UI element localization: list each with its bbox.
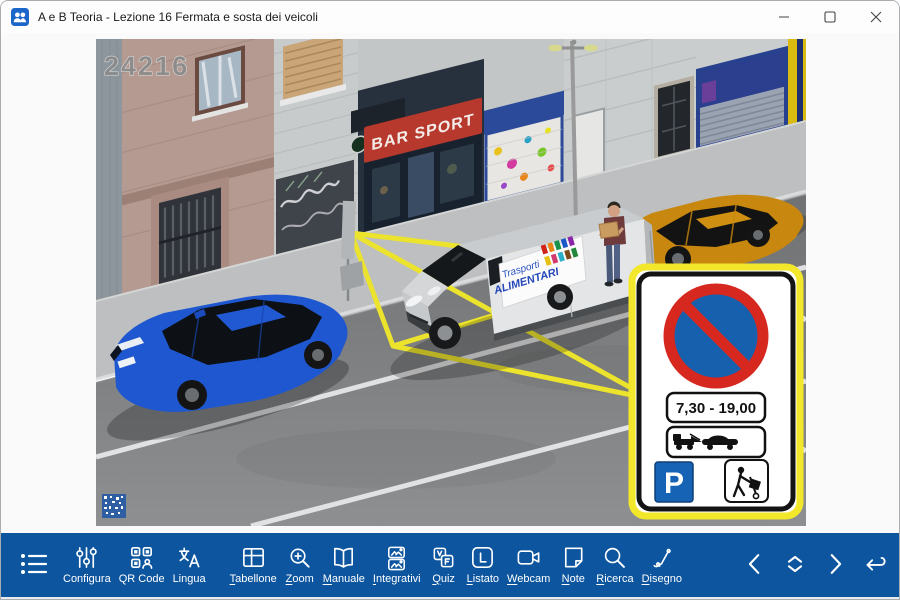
time-range-text: 7,30 - 19,00 <box>676 400 756 417</box>
toolbar-label: Zoom <box>286 574 314 585</box>
toolbar-label: Lingua <box>173 574 206 585</box>
maximize-icon <box>824 11 836 23</box>
toolbar-label: Listato <box>467 574 499 585</box>
parking-sign: P <box>655 462 693 502</box>
zoom-in-icon <box>286 544 313 571</box>
shop-door-white <box>574 108 604 180</box>
chevron-right-icon <box>821 550 849 578</box>
app-window: A e B Teoria - Lezione 16 Fermata e sost… <box>0 0 900 600</box>
book-icon <box>330 544 357 571</box>
note-icon <box>560 544 587 571</box>
chevron-left-icon <box>741 550 769 578</box>
porter-plate <box>725 460 768 502</box>
nav-random-button[interactable] <box>775 534 815 594</box>
toolbar-button-zoom[interactable]: Zoom <box>281 534 319 594</box>
cardboard-box <box>599 222 619 238</box>
maximize-button[interactable] <box>807 1 853 33</box>
toolbar: Configura QR Code Lingua Tabellone <box>1 533 900 597</box>
toolbar-label: Tabellone <box>230 574 277 585</box>
purple-sign <box>702 80 716 104</box>
toolbar-label: Integrativi <box>373 574 421 585</box>
toolbar-button-manuale[interactable]: Manuale <box>319 534 369 594</box>
toolbar-button-note[interactable]: Note <box>554 534 592 594</box>
toolbar-label: Webcam <box>507 574 550 585</box>
parking-letter: P <box>664 467 684 500</box>
toolbar-button-disegno[interactable]: Disegno <box>638 534 686 594</box>
window-controls <box>761 1 899 33</box>
tow-away-plate <box>667 427 765 457</box>
window-title: A e B Teoria - Lezione 16 Fermata e sost… <box>38 10 318 24</box>
toolbar-label: QR Code <box>119 574 165 585</box>
toolbar-button-tabellone[interactable]: Tabellone <box>226 534 281 594</box>
toolbar-label: Quiz <box>432 574 455 585</box>
lesson-image: BAR SPORT <box>96 39 806 526</box>
app-icon <box>11 8 29 26</box>
toolbar-label: Note <box>562 574 585 585</box>
toolbar-label: Disegno <box>642 574 682 585</box>
toolbar-button-listato[interactable]: Listato <box>463 534 503 594</box>
pen-draw-icon <box>648 544 675 571</box>
minimize-button[interactable] <box>761 1 807 33</box>
toolbar-button-lingua[interactable]: Lingua <box>169 534 210 594</box>
toolbar-button-quiz[interactable]: Quiz <box>425 534 463 594</box>
webcam-icon <box>515 544 542 571</box>
toolbar-button-ricerca[interactable]: Ricerca <box>592 534 637 594</box>
toolbar-button-integrativi[interactable]: Integrativi <box>369 534 425 594</box>
title-bar: A e B Teoria - Lezione 16 Fermata e sost… <box>1 1 899 33</box>
toolbar-button-webcam[interactable]: Webcam <box>503 534 554 594</box>
toolbar-label: Ricerca <box>596 574 633 585</box>
sliders-icon <box>73 544 100 571</box>
images-icon <box>383 544 410 571</box>
search-icon <box>601 544 628 571</box>
minimize-icon <box>778 11 790 23</box>
no-parking-sign-panel: 7,30 - 19,00 <box>632 267 800 516</box>
toolbar-label: Manuale <box>323 574 365 585</box>
nav-next-button[interactable] <box>815 534 855 594</box>
qr-stamp <box>102 494 126 518</box>
toolbar-button-configura[interactable]: Configura <box>59 534 115 594</box>
nav-previous-button[interactable] <box>735 534 775 594</box>
menu-list-icon <box>18 548 50 580</box>
chevron-up-down-icon <box>781 550 809 578</box>
close-icon <box>870 11 882 23</box>
list-square-icon <box>469 544 496 571</box>
image-number-watermark: 24216 <box>104 51 189 81</box>
no-parking-symbol <box>669 289 763 383</box>
board-grid-icon <box>240 544 267 571</box>
true-false-icon <box>430 544 457 571</box>
content-area: BAR SPORT <box>1 33 900 533</box>
toolbar-button-qr-code[interactable]: QR Code <box>115 534 169 594</box>
close-button[interactable] <box>853 1 899 33</box>
menu-button[interactable] <box>9 534 59 594</box>
toolbar-label: Configura <box>63 574 111 585</box>
translate-icon <box>176 544 203 571</box>
nav-return-button[interactable] <box>855 534 895 594</box>
qr-code-icon <box>128 544 155 571</box>
return-arrow-icon <box>861 550 889 578</box>
